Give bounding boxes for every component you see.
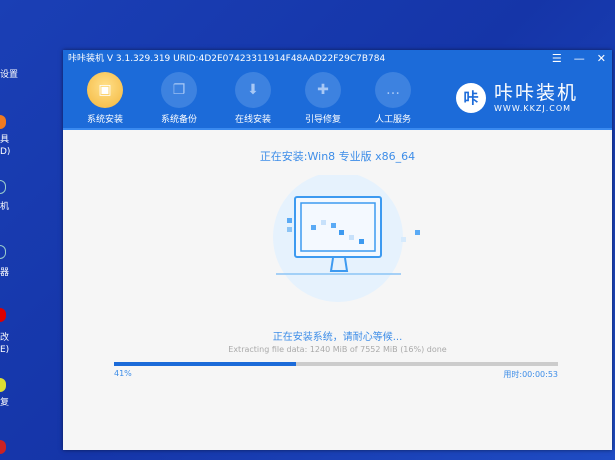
tab-system-backup[interactable]: ❐ 系统备份 [149, 72, 209, 125]
tab-label: 系统备份 [160, 115, 197, 125]
computer-illustration-icon [273, 175, 420, 302]
tab-label: 在线安装 [234, 115, 271, 125]
install-heading: 正在安装:Win8 专业版 x86_64 [259, 150, 416, 163]
installer-window: 咔咔装机 V 3.1.329.319 URID:4D2E07423311914F… [63, 50, 612, 450]
progress-percent: 41% [114, 369, 132, 378]
desktop-label[interactable]: D) [0, 147, 10, 158]
tab-label: 引导修复 [304, 115, 341, 125]
install-progress-panel: 正在安装:Win8 专业版 x86_64 正在安装系统，请耐心等候... Ext… [63, 130, 612, 448]
desktop-label[interactable]: 改 [0, 333, 9, 344]
tab-boot-repair[interactable]: ✚ 引导修复 [293, 72, 353, 125]
install-status: 正在安装系统，请耐心等候... [272, 332, 403, 343]
progress-fill [114, 362, 297, 366]
desktop-icon[interactable] [0, 378, 6, 392]
desktop-icon[interactable] [0, 180, 6, 194]
extract-detail: Extracting file data: 1240 MiB of 7552 M… [228, 345, 447, 354]
install-icon: ▣ [87, 72, 123, 108]
desktop-label[interactable]: 器 [0, 268, 9, 279]
window-title: 咔咔装机 V 3.1.329.319 URID:4D2E07423311914F… [68, 54, 386, 64]
toolbar: ▣ 系统安装 ❐ 系统备份 ⬇ 在线安装 ✚ 引导修复 … 人工服务 咔 咔咔装机 WWW.… [63, 68, 612, 130]
tab-label: 系统安装 [86, 115, 123, 125]
desktop-label[interactable]: 机 [0, 202, 9, 213]
tab-online-install[interactable]: ⬇ 在线安装 [223, 72, 283, 125]
brand-url: WWW.KKZJ.COM [494, 104, 572, 113]
chat-icon: … [375, 72, 411, 108]
brand-name: 咔咔装机 [494, 82, 579, 104]
desktop-label[interactable]: 复 [0, 398, 9, 409]
tab-label: 人工服务 [374, 115, 411, 125]
download-icon: ⬇ [235, 72, 271, 108]
logo-mark: 咔 [456, 82, 486, 113]
progress-bar [114, 362, 558, 366]
desktop-icon[interactable] [0, 308, 6, 322]
menu-icon[interactable]: ☰ [552, 50, 562, 68]
desktop-label[interactable]: 具 [0, 135, 9, 146]
tab-support[interactable]: … 人工服务 [363, 72, 423, 125]
desktop-icon[interactable] [0, 440, 6, 454]
toolbox-icon: ✚ [305, 72, 341, 108]
backup-icon: ❐ [161, 72, 197, 108]
tab-system-install[interactable]: ▣ 系统安装 [75, 72, 135, 125]
elapsed-time: 用时:00:00:53 [503, 370, 558, 379]
desktop-icon[interactable] [0, 115, 6, 129]
minimize-icon[interactable]: — [574, 50, 585, 68]
desktop-label[interactable]: E) [0, 345, 9, 356]
desktop-label[interactable]: 设置 [0, 70, 18, 81]
close-icon[interactable]: ✕ [597, 50, 606, 68]
desktop-icon[interactable] [0, 245, 6, 259]
title-bar[interactable]: 咔咔装机 V 3.1.329.319 URID:4D2E07423311914F… [63, 50, 612, 68]
brand-logo: 咔 咔咔装机 WWW.KKZJ.COM [456, 82, 578, 113]
